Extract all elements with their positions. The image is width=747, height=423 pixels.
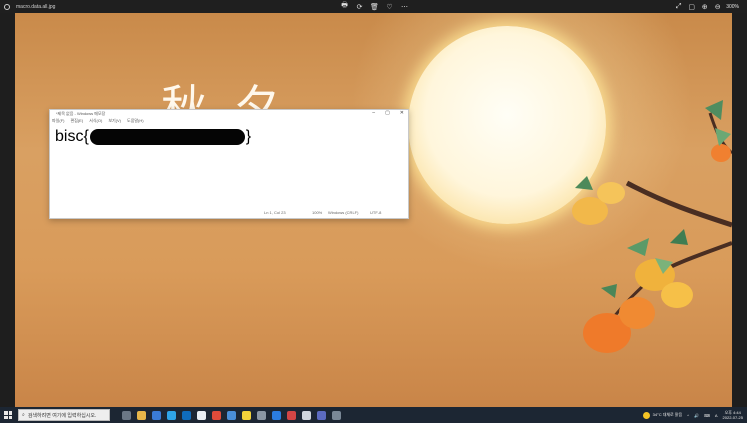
menu-file[interactable]: 파일(F) xyxy=(52,118,64,125)
menu-view[interactable]: 보기(V) xyxy=(108,118,121,125)
status-cursor-position: Ln 1, Col 23 xyxy=(264,210,286,215)
zoom-in-icon[interactable]: ⊕ xyxy=(700,3,709,11)
status-zoom: 100% xyxy=(312,210,323,215)
chrome-icon[interactable] xyxy=(212,410,221,420)
more-icon[interactable]: ⋯ xyxy=(400,3,409,11)
weather-text: 34°C 대체로 맑음 xyxy=(652,412,683,417)
system-tray: 34°C 대체로 맑음 ^ 🔊 ⌨ A 오후 4:44 2022-07-25 xyxy=(642,407,743,423)
search-icon: ⌕ xyxy=(22,412,25,418)
speaker-icon[interactable]: 🔊 xyxy=(694,413,699,418)
zoom-out-icon[interactable]: ⊖ xyxy=(713,3,722,11)
search-placeholder: 검색하려면 여기에 입력하십시오. xyxy=(27,412,97,419)
task-view-icon[interactable] xyxy=(122,410,131,420)
favorite-icon[interactable]: ♡ xyxy=(385,3,394,11)
notepad-title: *제목 없음 - Windows 메모장 xyxy=(56,111,106,116)
close-button[interactable]: ✕ xyxy=(400,110,404,118)
print-icon[interactable]: 🖶 xyxy=(340,1,349,12)
fullscreen-icon[interactable]: ⤢ xyxy=(674,3,683,11)
photos-taskbar-icon[interactable] xyxy=(227,410,236,420)
app-icon-gray[interactable] xyxy=(302,410,311,420)
keyboard-icon[interactable]: ⌨ xyxy=(704,413,710,418)
status-encoding: UTF-8 xyxy=(370,210,382,215)
file-name: macro.data.all.jpg xyxy=(16,3,56,10)
minimize-button[interactable]: – xyxy=(372,110,375,118)
edge-icon[interactable] xyxy=(167,410,176,420)
notepad-text-area[interactable]: bisc{} xyxy=(50,125,408,205)
rotate-icon[interactable]: ⟳ xyxy=(355,3,364,11)
file-explorer-icon[interactable] xyxy=(137,410,146,420)
taskbar-search[interactable]: ⌕ 검색하려면 여기에 입력하십시오. xyxy=(18,409,110,421)
app-icon-misc[interactable] xyxy=(332,410,341,420)
taskbar: ⌕ 검색하려면 여기에 입력하십시오. 34°C 대체로 맑음 ^ 🔊 ⌨ A … xyxy=(0,407,747,423)
flag-prefix: bisc{ xyxy=(55,128,89,145)
notepad-menubar: 파일(F) 편집(E) 서식(O) 보기(V) 도움말(H) xyxy=(50,118,408,125)
notepad-app-icon[interactable] xyxy=(197,410,206,420)
delete-icon[interactable]: 🗑 xyxy=(370,3,379,11)
notepad-titlebar[interactable]: *제목 없음 - Windows 메모장 – ▢ ✕ xyxy=(50,110,408,118)
zoom-level[interactable]: 300% xyxy=(726,4,739,10)
photo-viewer-titlebar: macro.data.all.jpg 🖶 ⟳ 🗑 ♡ ⋯ ⤢ ▢ ⊕ ⊖ 300… xyxy=(0,0,747,13)
window-controls: – ▢ ✕ xyxy=(372,110,404,118)
notepad-window[interactable]: *제목 없음 - Windows 메모장 – ▢ ✕ 파일(F) 편집(E) 서… xyxy=(49,109,409,219)
app-icon-red[interactable] xyxy=(287,410,296,420)
weather-widget[interactable]: 34°C 대체로 맑음 xyxy=(642,411,683,419)
discord-icon[interactable] xyxy=(317,410,326,420)
photos-app-icon xyxy=(4,3,10,10)
flag-suffix: } xyxy=(245,128,252,145)
menu-help[interactable]: 도움말(H) xyxy=(127,118,144,125)
notepad-running-icon[interactable] xyxy=(257,410,266,420)
viewer-view-controls: ⤢ ▢ ⊕ ⊖ 300% xyxy=(674,0,743,13)
menu-edit[interactable]: 편집(E) xyxy=(70,118,83,125)
maximize-button[interactable]: ▢ xyxy=(385,110,390,118)
fit-window-icon[interactable]: ▢ xyxy=(687,3,696,11)
notepad-statusbar: Ln 1, Col 23 100% Windows (CRLF) UTF-8 xyxy=(50,210,408,217)
notepad-content: bisc{} xyxy=(55,128,251,146)
menu-format[interactable]: 서식(O) xyxy=(89,118,102,125)
sun-icon xyxy=(642,411,650,419)
store-icon[interactable] xyxy=(182,410,191,420)
clock[interactable]: 오후 4:44 2022-07-25 xyxy=(723,410,743,420)
start-button[interactable] xyxy=(4,411,12,419)
redaction-mark xyxy=(89,128,245,145)
chevron-up-icon[interactable]: ^ xyxy=(687,413,689,418)
viewer-toolbar: 🖶 ⟳ 🗑 ♡ ⋯ xyxy=(340,0,409,13)
app-icon-blue[interactable] xyxy=(272,410,281,420)
mail-icon[interactable] xyxy=(152,410,161,420)
kakaotalk-icon[interactable] xyxy=(242,410,251,420)
input-method-icon[interactable]: A xyxy=(715,413,718,418)
pinned-apps xyxy=(122,410,341,420)
clock-date: 2022-07-25 xyxy=(722,415,743,420)
status-line-ending: Windows (CRLF) xyxy=(328,210,359,215)
